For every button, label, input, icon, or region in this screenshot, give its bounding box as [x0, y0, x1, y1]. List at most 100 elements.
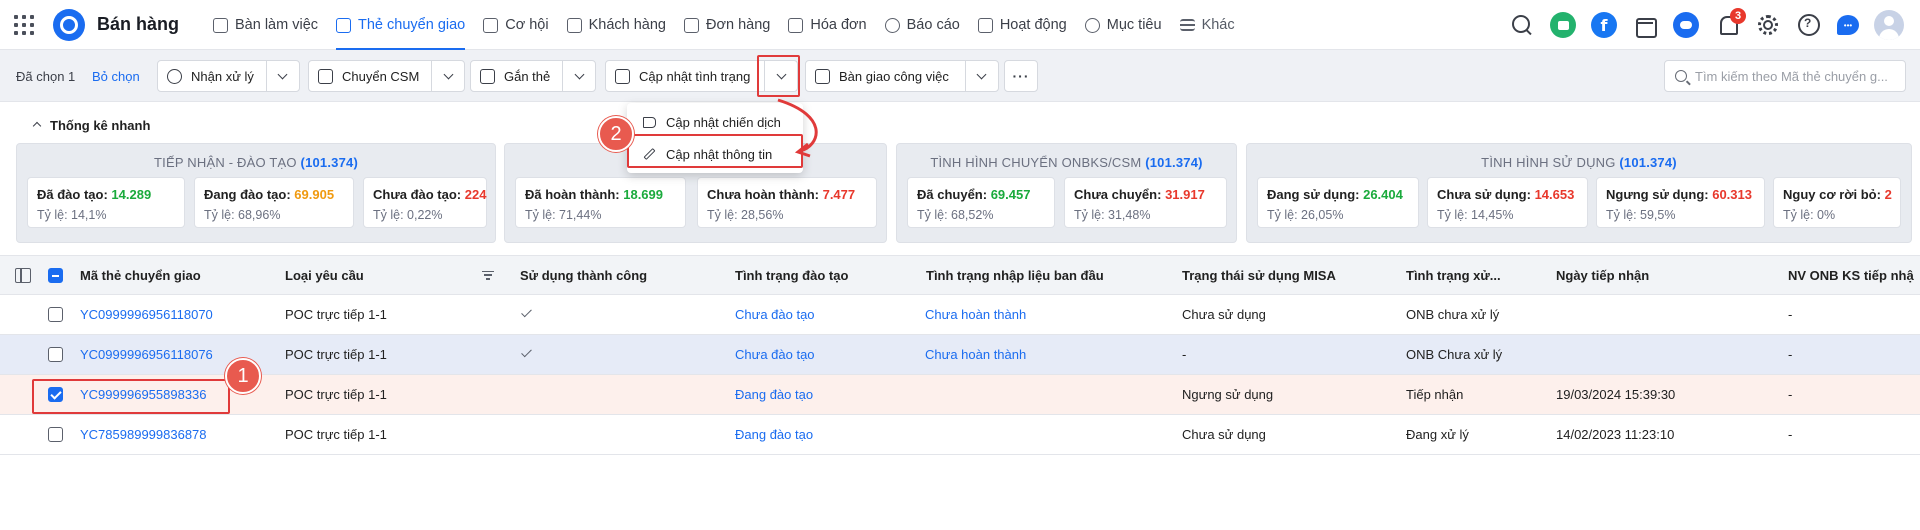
- stat-card: Đã hoàn thành: 18.699 Tỷ lệ: 71,44%: [515, 177, 686, 228]
- menu-icon: [1179, 19, 1195, 31]
- collapse-caret-icon[interactable]: [32, 121, 42, 131]
- app-logo-icon: [53, 9, 85, 41]
- handover-main[interactable]: Bàn giao công việc: [806, 61, 966, 91]
- nav-item-don-hang[interactable]: Đơn hàng: [675, 0, 779, 50]
- col-header-input[interactable]: Tình trạng nhập liệu ban đầu: [926, 268, 1104, 283]
- col-header-staff[interactable]: NV ONB KS tiếp nhậ: [1788, 268, 1914, 283]
- row-input[interactable]: Chưa hoàn thành: [925, 307, 1026, 322]
- row-checkbox[interactable]: [48, 427, 63, 442]
- col-header-date[interactable]: Ngày tiếp nhận: [1556, 268, 1649, 283]
- header-tools: f 3: [1494, 0, 1920, 50]
- col-header-process[interactable]: Tình trạng xử...: [1406, 268, 1501, 283]
- row-code-link[interactable]: YC0999996956118076: [80, 347, 213, 362]
- col-header-training[interactable]: Tình trạng đào tạo: [735, 268, 848, 283]
- stat-card: Đã chuyển: 69.457 Tỷ lệ: 68,52%: [907, 177, 1055, 228]
- nav-item-the-chuyen-giao[interactable]: Thẻ chuyển giao: [327, 0, 474, 50]
- row-checkbox[interactable]: [48, 387, 63, 402]
- gear-icon[interactable]: [1755, 12, 1781, 38]
- update-status-main[interactable]: Cập nhật tình trạng: [606, 61, 766, 91]
- update-status-dropdown[interactable]: [765, 61, 797, 91]
- transfer-card-icon: [336, 17, 352, 33]
- stat-card: Đang sử dụng: 26.404 Tỷ lệ: 26,05%: [1257, 177, 1419, 228]
- report-icon: [884, 17, 900, 33]
- avatar[interactable]: [1874, 10, 1904, 40]
- tag-dropdown[interactable]: [563, 61, 595, 91]
- tag-main[interactable]: Gắn thẻ: [471, 61, 564, 91]
- col-header-success[interactable]: Sử dụng thành công: [520, 268, 647, 283]
- receive-process-button: Nhận xử lý: [157, 60, 300, 92]
- col-header-type[interactable]: Loại yêu cầu: [285, 268, 364, 283]
- receive-process-main[interactable]: Nhận xử lý: [158, 61, 267, 91]
- row-code-link[interactable]: YC0999996956118070: [80, 307, 213, 322]
- row-staff: -: [1788, 427, 1793, 442]
- search-input[interactable]: [1695, 61, 1900, 91]
- edit-status-icon: [615, 68, 630, 84]
- chat-icon[interactable]: [1837, 15, 1859, 35]
- nav-item-bao-cao[interactable]: Báo cáo: [876, 0, 969, 50]
- search-icon[interactable]: [1509, 12, 1535, 38]
- help-icon[interactable]: [1796, 12, 1822, 38]
- row-checkbox[interactable]: [48, 347, 63, 362]
- book-icon[interactable]: [1550, 12, 1576, 38]
- column-settings-icon[interactable]: [15, 268, 31, 283]
- table-row[interactable]: YC0999996956118070 POC trực tiếp 1-1 Chư…: [0, 295, 1920, 335]
- notification-badge: 3: [1730, 8, 1746, 24]
- stats-group-usage: TÌNH HÌNH SỬ DỤNG (101.374) Đang sử dụng…: [1246, 143, 1912, 243]
- row-type: POC trực tiếp 1-1: [285, 307, 387, 322]
- row-misa: -: [1182, 347, 1187, 362]
- search-icon: [1675, 70, 1687, 82]
- stats-group-training: TIẾP NHẬN - ĐÀO TẠO (101.374) Đã đào tạo…: [16, 143, 496, 243]
- row-training[interactable]: Đang đào tạo: [735, 387, 813, 402]
- row-input[interactable]: Chưa hoàn thành: [925, 347, 1026, 362]
- table-row[interactable]: YC999996955898336 POC trực tiếp 1-1 Đang…: [0, 375, 1920, 415]
- row-misa: Chưa sử dụng: [1182, 307, 1266, 322]
- chevron-down-icon: [277, 69, 288, 79]
- bell-icon[interactable]: 3: [1714, 8, 1746, 38]
- receive-process-dropdown[interactable]: [267, 61, 299, 91]
- handover-dropdown[interactable]: [966, 61, 998, 91]
- update-status-button: Cập nhật tình trạng: [605, 60, 799, 92]
- selected-count: Đã chọn 1: [16, 69, 76, 84]
- row-type: POC trực tiếp 1-1: [285, 347, 387, 362]
- col-header-misa[interactable]: Trạng thái sử dụng MISA: [1182, 268, 1336, 283]
- nav-item-khach-hang[interactable]: Khách hàng: [558, 0, 675, 50]
- quick-stats-toggle[interactable]: Thống kê nhanh: [50, 118, 150, 133]
- row-training[interactable]: Đang đào tạo: [735, 427, 813, 442]
- nav-item-hoat-dong[interactable]: Hoạt động: [969, 0, 1076, 50]
- deselect-link[interactable]: Bỏ chọn: [92, 69, 140, 84]
- assistant-bot-icon[interactable]: [1673, 12, 1699, 38]
- table-row[interactable]: YC785989999836878 POC trực tiếp 1-1 Đang…: [0, 415, 1920, 455]
- row-staff: -: [1788, 347, 1793, 362]
- nav-item-khac[interactable]: Khác: [1171, 0, 1244, 50]
- app-grid-icon[interactable]: [14, 15, 34, 35]
- facebook-icon[interactable]: f: [1591, 12, 1617, 38]
- row-code-link[interactable]: YC999996955898336: [80, 387, 207, 402]
- row-staff: -: [1788, 307, 1793, 322]
- stat-card: Chưa sử dụng: 14.653 Tỷ lệ: 14,45%: [1427, 177, 1588, 228]
- nav-item-co-hoi[interactable]: Cơ hội: [474, 0, 557, 50]
- nav-item-ban-lam-viec[interactable]: Bàn làm việc: [204, 0, 327, 50]
- chevron-down-icon: [776, 69, 787, 79]
- nav-item-muc-tieu[interactable]: Mục tiêu: [1076, 0, 1171, 50]
- stats-group-transfer: TÌNH HÌNH CHUYỂN ONBKS/CSM (101.374) Đã …: [896, 143, 1237, 243]
- chevron-down-icon: [574, 69, 585, 79]
- col-header-code[interactable]: Mã thẻ chuyển giao: [80, 268, 201, 283]
- select-all-checkbox[interactable]: [48, 268, 63, 283]
- row-process: Tiếp nhận: [1406, 387, 1464, 402]
- stats-group-title: TIẾP NHẬN - ĐÀO TẠO (101.374): [154, 155, 358, 170]
- more-actions-button[interactable]: ···: [1004, 60, 1038, 92]
- row-checkbox[interactable]: [48, 307, 63, 322]
- row-date: 14/02/2023 11:23:10: [1556, 427, 1675, 442]
- transfer-csm-main[interactable]: Chuyển CSM: [309, 61, 433, 91]
- calendar-icon[interactable]: [1632, 12, 1658, 38]
- row-process: ONB Chưa xử lý: [1406, 347, 1503, 362]
- row-code-link[interactable]: YC785989999836878: [80, 427, 207, 442]
- row-training[interactable]: Chưa đào tạo: [735, 307, 815, 322]
- stats-group-title: TÌNH HÌNH SỬ DỤNG (101.374): [1481, 155, 1677, 170]
- filter-icon[interactable]: [482, 271, 494, 280]
- search-box: [1664, 60, 1906, 92]
- nav-item-hoa-don[interactable]: Hóa đơn: [779, 0, 875, 50]
- table-row[interactable]: YC0999996956118076 POC trực tiếp 1-1 Chư…: [0, 335, 1920, 375]
- row-training[interactable]: Chưa đào tạo: [735, 347, 815, 362]
- transfer-csm-dropdown[interactable]: [432, 61, 464, 91]
